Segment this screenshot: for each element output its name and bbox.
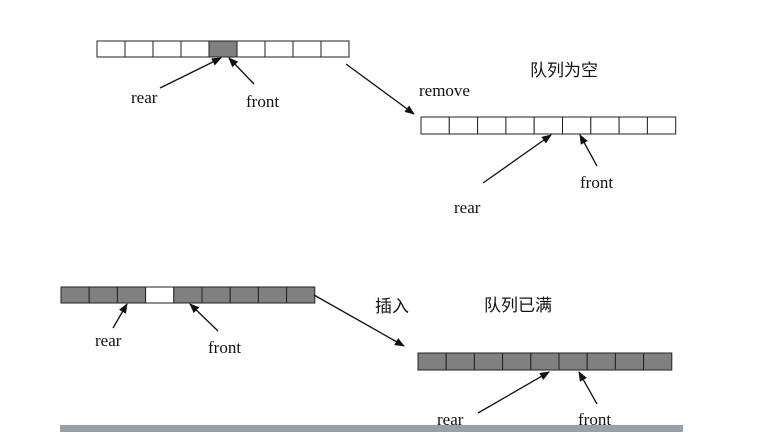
front-pointer-arrow-1 xyxy=(228,57,255,85)
queue-cell-empty xyxy=(505,116,535,135)
front-label-1: front xyxy=(246,92,279,111)
queue-cell-filled xyxy=(88,286,118,304)
queue-cell-filled xyxy=(558,352,588,371)
queue-cell-empty xyxy=(152,40,182,58)
insert-action-label: 插入 xyxy=(375,297,409,317)
bottom-border-bar xyxy=(60,425,683,432)
rear-label-2: rear xyxy=(454,198,481,217)
front-label-2: front xyxy=(580,173,613,192)
queue-cell-empty xyxy=(448,116,479,135)
front-pointer-arrow-4 xyxy=(578,371,598,405)
rear-pointer-arrow-2 xyxy=(482,134,552,184)
queue-array-4 xyxy=(417,352,673,371)
queue-cell-filled xyxy=(229,286,259,304)
queue-cell-empty xyxy=(236,40,266,58)
queue-cell-empty xyxy=(124,40,154,58)
queue-cell-filled xyxy=(530,352,560,371)
queue-array-2 xyxy=(420,116,677,135)
queue-cell-empty xyxy=(145,286,175,304)
rear-label-1: rear xyxy=(131,88,158,107)
queue-cell-filled xyxy=(60,286,90,304)
queue-empty-caption: 队列为空 xyxy=(530,61,598,81)
queue-cell-filled xyxy=(201,286,231,304)
queue-cell-empty xyxy=(590,116,620,135)
queue-cell-filled xyxy=(445,352,475,371)
queue-cell-empty xyxy=(420,116,450,135)
queue-cell-empty xyxy=(533,116,564,135)
queue-cell-empty xyxy=(264,40,294,58)
queue-cell-filled xyxy=(643,352,673,371)
queue-cell-empty xyxy=(618,116,648,135)
rear-label-3: rear xyxy=(95,331,122,350)
queue-cell-empty xyxy=(292,40,322,58)
queue-cell-filled xyxy=(286,286,316,304)
queue-cell-filled xyxy=(473,352,504,371)
queue-cell-filled xyxy=(116,286,147,304)
queue-cell-filled xyxy=(173,286,203,304)
remove-transition-arrow xyxy=(345,63,415,115)
queue-cell-filled xyxy=(586,352,616,371)
queue-cell-empty xyxy=(96,40,126,58)
queue-full-caption: 队列已满 xyxy=(484,296,552,316)
queue-cell-empty xyxy=(180,40,210,58)
queue-cell-empty xyxy=(562,116,592,135)
queue-cell-empty xyxy=(646,116,677,135)
front-label-3: front xyxy=(208,338,241,357)
queue-cell-filled xyxy=(417,352,447,371)
queue-cell-empty xyxy=(320,40,350,58)
queue-array-3 xyxy=(60,286,316,304)
queue-cell-filled xyxy=(614,352,645,371)
queue-cell-filled xyxy=(257,286,288,304)
front-pointer-arrow-3 xyxy=(189,303,219,332)
front-pointer-arrow-2 xyxy=(579,134,598,167)
queue-diagram: rear front remove 队列为空 rear front rear f… xyxy=(60,40,683,432)
queue-cell-empty xyxy=(477,116,507,135)
remove-action-label: remove xyxy=(419,81,470,100)
rear-pointer-arrow-1 xyxy=(159,57,222,89)
queue-cell-filled xyxy=(208,40,238,58)
queue-cell-filled xyxy=(502,352,532,371)
rear-pointer-arrow-4 xyxy=(477,371,550,414)
queue-array-1 xyxy=(96,40,350,58)
rear-pointer-arrow-3 xyxy=(112,303,128,329)
